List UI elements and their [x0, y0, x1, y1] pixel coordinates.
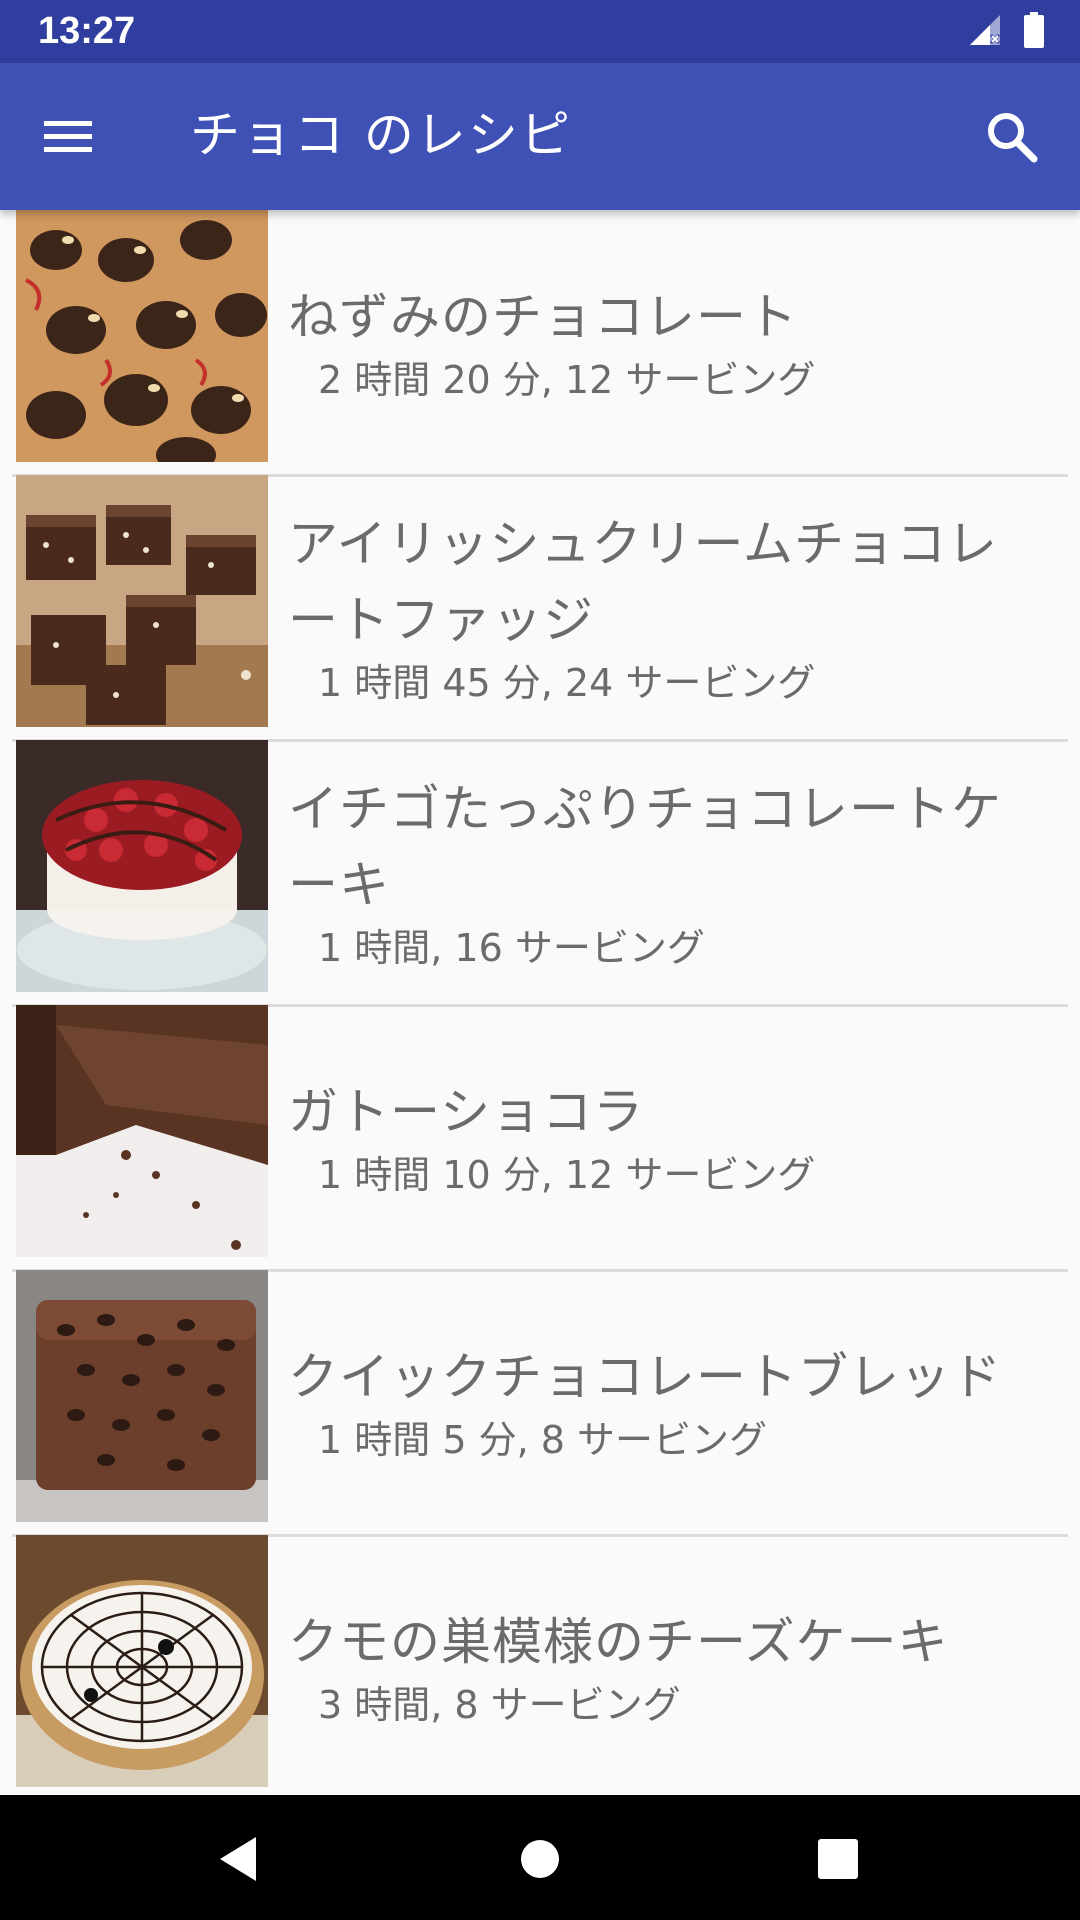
recipe-meta: 1 時間 45 分, 24 サービング — [318, 661, 816, 705]
status-icons — [968, 12, 1044, 52]
recipe-thumbnail — [16, 1270, 268, 1522]
recipe-item[interactable]: クモの巣模様のチーズケーキ 3 時間, 8 サービング — [12, 1535, 1068, 1795]
recipe-text: イチゴたっぷりチョコレートケーキ 1 時間, 16 サービング — [288, 740, 1048, 1004]
home-icon — [521, 1840, 559, 1878]
page-title: チョコ のレシピ — [190, 106, 572, 164]
recipe-title: ねずみのチョコレート — [288, 288, 798, 346]
back-button[interactable] — [210, 1829, 270, 1889]
recipe-meta: 1 時間 10 分, 12 サービング — [318, 1153, 816, 1197]
recipe-title: クイックチョコレートブレッド — [288, 1348, 1002, 1406]
recipe-title: ガトーショコラ — [288, 1083, 644, 1141]
back-icon — [220, 1837, 256, 1881]
battery-icon — [1024, 12, 1044, 52]
recents-button[interactable] — [808, 1829, 868, 1889]
recipe-text: ガトーショコラ 1 時間 10 分, 12 サービング — [288, 1005, 1048, 1269]
status-bar: 13:27 — [0, 0, 1080, 63]
recipe-thumbnail — [16, 210, 268, 462]
recipe-list[interactable]: ねずみのチョコレート 2 時間 20 分, 12 サービング アイリッシュクリー… — [0, 210, 1080, 1795]
recipe-meta: 2 時間 20 分, 12 サービング — [318, 358, 816, 402]
recipe-title: アイリッシュクリームチョコレートファッジ — [288, 515, 998, 649]
recipe-meta: 1 時間 5 分, 8 サービング — [318, 1418, 768, 1462]
recipe-meta: 1 時間, 16 サービング — [318, 926, 705, 970]
app-bar: チョコ のレシピ — [0, 63, 1080, 210]
recipe-item[interactable]: イチゴたっぷりチョコレートケーキ 1 時間, 16 サービング — [12, 740, 1068, 1007]
recipe-text: ねずみのチョコレート 2 時間 20 分, 12 サービング — [288, 210, 1048, 474]
recipe-title: クモの巣模様のチーズケーキ — [288, 1613, 949, 1671]
menu-icon — [44, 121, 92, 152]
status-time: 13:27 — [38, 10, 136, 52]
signal-no-data-icon — [968, 13, 1002, 51]
recipe-item[interactable]: アイリッシュクリームチョコレートファッジ 1 時間 45 分, 24 サービング — [12, 475, 1068, 742]
recipe-thumbnail — [16, 475, 268, 727]
recipe-item[interactable]: ねずみのチョコレート 2 時間 20 分, 12 サービング — [12, 210, 1068, 477]
recipe-thumbnail — [16, 1005, 268, 1257]
recipe-meta: 3 時間, 8 サービング — [318, 1683, 681, 1727]
search-button[interactable] — [982, 107, 1042, 167]
recipe-text: アイリッシュクリームチョコレートファッジ 1 時間 45 分, 24 サービング — [288, 475, 1048, 739]
navigation-bar — [0, 1795, 1080, 1920]
recipe-item[interactable]: ガトーショコラ 1 時間 10 分, 12 サービング — [12, 1005, 1068, 1272]
menu-button[interactable] — [40, 109, 96, 165]
recipe-text: クモの巣模様のチーズケーキ 3 時間, 8 サービング — [288, 1535, 1048, 1795]
home-button[interactable] — [510, 1829, 570, 1889]
search-icon — [988, 113, 1038, 163]
recipe-title: イチゴたっぷりチョコレートケーキ — [288, 780, 1002, 914]
recipe-thumbnail — [16, 740, 268, 992]
recipe-text: クイックチョコレートブレッド 1 時間 5 分, 8 サービング — [288, 1270, 1048, 1534]
recipe-thumbnail — [16, 1535, 268, 1787]
recents-icon — [818, 1839, 858, 1879]
recipe-item[interactable]: クイックチョコレートブレッド 1 時間 5 分, 8 サービング — [12, 1270, 1068, 1537]
